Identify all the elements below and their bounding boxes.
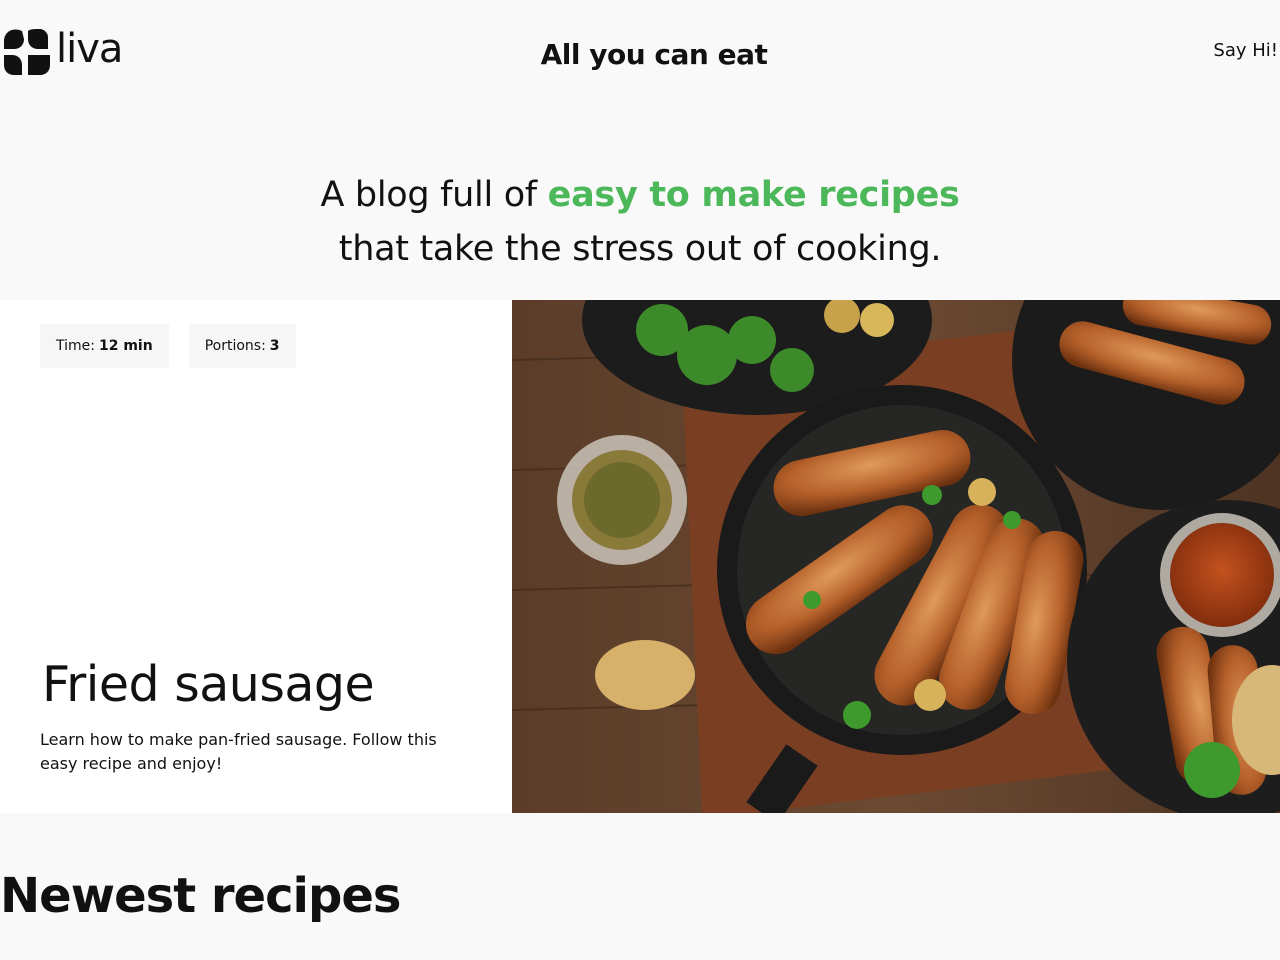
- time-value: 12 min: [98, 338, 153, 354]
- site-title: All you can eat: [540, 38, 768, 71]
- featured-recipe-card[interactable]: Time: 12 min Portions: 3 Fried sausage L…: [0, 300, 1280, 813]
- portions-chip: Portions: 3: [188, 324, 296, 368]
- tagline-line2: that take the stress out of cooking.: [338, 229, 942, 269]
- time-chip: Time: 12 min: [40, 324, 169, 368]
- newest-recipes-heading: Newest recipes: [0, 868, 401, 924]
- sausage-pan-photo[interactable]: [512, 300, 1280, 813]
- tagline-prefix: A blog full of: [320, 175, 548, 215]
- say-hi-link[interactable]: Say Hi!: [1213, 40, 1278, 61]
- time-label: Time:: [56, 338, 95, 354]
- hero-tagline: A blog full of easy to make recipes that…: [0, 168, 1280, 276]
- tagline-accent: easy to make recipes: [547, 175, 960, 215]
- portions-value: 3: [269, 338, 280, 354]
- featured-recipe-info: Time: 12 min Portions: 3 Fried sausage L…: [0, 300, 512, 813]
- recipe-description: Learn how to make pan-fried sausage. Fol…: [40, 730, 437, 773]
- recipe-title[interactable]: Fried sausage: [42, 656, 375, 713]
- portions-label: Portions:: [204, 338, 266, 354]
- site-header: liva All you can eat Say Hi!: [0, 0, 1280, 110]
- recipe-meta: Time: 12 min Portions: 3: [40, 324, 296, 368]
